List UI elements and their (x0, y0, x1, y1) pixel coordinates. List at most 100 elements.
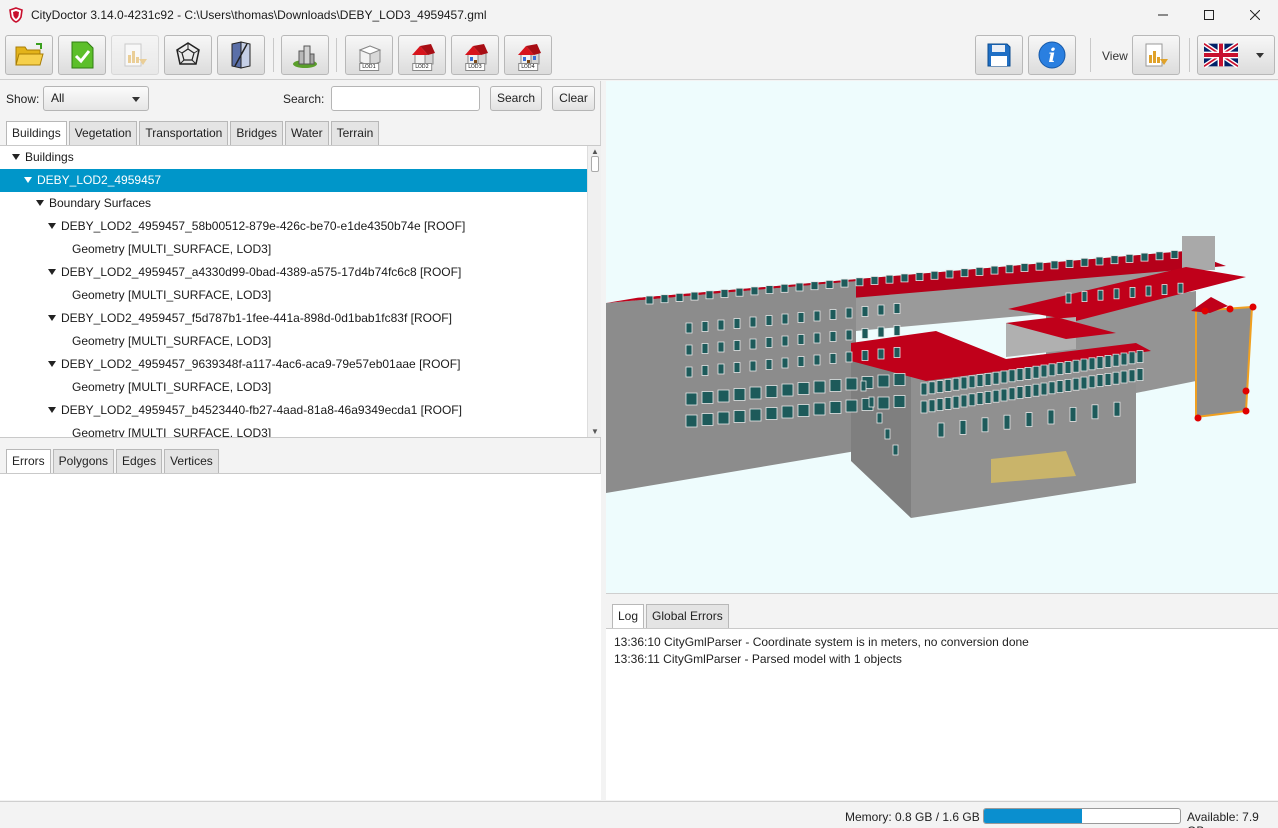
wireframe-button[interactable] (217, 35, 265, 75)
lod1-label: LOD1 (359, 63, 379, 71)
dodecahedron-icon (176, 42, 200, 65)
tree-item[interactable]: DEBY_LOD2_4959457_f5d787b1-1fee-441a-898… (0, 307, 587, 330)
tree-item-label: DEBY_LOD2_4959457_f5d787b1-1fee-441a-898… (61, 311, 452, 325)
tree-item-geometry[interactable]: Geometry [MULTI_SURFACE, LOD3] (0, 284, 587, 307)
feature-tabs: Buildings Vegetation Transportation Brid… (6, 121, 381, 145)
about-button[interactable]: i (1028, 35, 1076, 75)
lod4-button[interactable]: LOD4 (504, 35, 552, 75)
tree-item-label: Geometry [MULTI_SURFACE, LOD3] (72, 288, 272, 302)
expand-arrow-icon[interactable] (48, 407, 56, 413)
tab-bridges[interactable]: Bridges (230, 121, 284, 145)
view-report-button[interactable] (1132, 35, 1180, 75)
memory-label: Memory: 0.8 GB / 1.6 GB (845, 810, 980, 824)
show-label: Show: (6, 92, 40, 106)
selected-surface[interactable] (1195, 305, 1254, 419)
errors-table (0, 473, 601, 800)
tab-transportation[interactable]: Transportation (139, 121, 229, 145)
tree-item-label: Geometry [MULTI_SURFACE, LOD3] (72, 334, 272, 348)
open-file-button[interactable] (5, 35, 53, 75)
expand-arrow-icon[interactable] (48, 269, 56, 275)
tab-terrain[interactable]: Terrain (330, 121, 380, 145)
tree-item-geometry[interactable]: Geometry [MULTI_SURFACE, LOD3] (0, 330, 587, 353)
tree-item[interactable]: DEBY_LOD2_4959457_9639348f-a117-4ac6-aca… (0, 353, 587, 376)
view-label: View (1102, 49, 1128, 63)
chevron-down-icon (1256, 53, 1264, 58)
3d-viewport[interactable] (606, 81, 1278, 594)
log-line: 13:36:10 CityGmlParser - Coordinate syst… (614, 635, 1029, 649)
info-icon: i (1038, 41, 1066, 69)
tab-edges[interactable]: Edges (116, 449, 163, 473)
tree-item-geometry[interactable]: Geometry [MULTI_SURFACE, LOD3] (0, 422, 587, 438)
expand-arrow-icon[interactable] (24, 177, 32, 183)
city-icon (293, 45, 317, 68)
maximize-icon[interactable] (1186, 0, 1232, 30)
scrollbar-thumb[interactable] (591, 156, 599, 172)
check-button[interactable] (58, 35, 106, 75)
tree-item-label: DEBY_LOD2_4959457_b4523440-fb27-4aad-81a… (61, 403, 462, 417)
search-input[interactable] (331, 86, 480, 111)
tree-item-label: Buildings (25, 150, 74, 164)
lod3-button[interactable]: LOD3 (451, 35, 499, 75)
tree-item-label: Geometry [MULTI_SURFACE, LOD3] (72, 242, 272, 256)
minimize-icon[interactable] (1140, 0, 1186, 30)
tab-errors[interactable]: Errors (6, 449, 51, 473)
tree-item-label: Boundary Surfaces (49, 196, 152, 210)
tab-vertices[interactable]: Vertices (164, 449, 219, 473)
tree-item-label: Geometry [MULTI_SURFACE, LOD3] (72, 380, 272, 394)
tab-global-errors[interactable]: Global Errors (646, 604, 729, 628)
log-tabs: Log Global Errors (612, 604, 731, 628)
lod4-label: LOD4 (518, 63, 538, 71)
expand-arrow-icon[interactable] (48, 361, 56, 367)
search-button[interactable]: Search (490, 86, 542, 111)
search-label: Search: (283, 92, 325, 106)
tree-item[interactable]: Buildings (0, 146, 587, 169)
memory-progress-bar (983, 808, 1181, 824)
tree-item[interactable]: Boundary Surfaces (0, 192, 587, 215)
report-view-icon (1145, 43, 1168, 67)
expand-arrow-icon[interactable] (48, 223, 56, 229)
tab-buildings[interactable]: Buildings (6, 121, 67, 145)
lod2-button[interactable]: LOD2 (398, 35, 446, 75)
window-title: CityDoctor 3.14.0-4231c92 - C:\Users\tho… (31, 8, 487, 22)
tree-scrollbar[interactable]: ▲ ▼ (587, 146, 601, 437)
save-button[interactable] (975, 35, 1023, 75)
tab-vegetation[interactable]: Vegetation (68, 121, 138, 145)
tree-item-geometry[interactable]: Geometry [MULTI_SURFACE, LOD3] (0, 238, 587, 261)
language-selector[interactable] (1197, 35, 1275, 75)
lod1-button[interactable]: LOD1 (345, 35, 393, 75)
filter-row: Show: All Search: Search Clear (0, 81, 601, 117)
expand-arrow-icon[interactable] (36, 200, 44, 206)
building-render (606, 236, 1257, 518)
lod3-label: LOD3 (465, 63, 485, 71)
report-export-button[interactable] (111, 35, 159, 75)
tree-item[interactable]: DEBY_LOD2_4959457_58b00512-879e-426c-be7… (0, 215, 587, 238)
detail-tabs: Errors Polygons Edges Vertices (6, 449, 221, 473)
left-panel: Show: All Search: Search Clear Buildings… (0, 81, 601, 800)
tree-item-label: DEBY_LOD2_4959457 (37, 173, 162, 187)
available-memory-label: Available: 7.9 GB (1187, 810, 1259, 828)
tree-item-label: Geometry [MULTI_SURFACE, LOD3] (72, 426, 272, 438)
tree-item[interactable]: DEBY_LOD2_4959457_a4330d99-0bad-4389-a57… (0, 261, 587, 284)
tab-log[interactable]: Log (612, 604, 645, 628)
expand-arrow-icon[interactable] (48, 315, 56, 321)
log-output: 13:36:10 CityGmlParser - Coordinate syst… (606, 628, 1278, 800)
polyhedron-button[interactable] (164, 35, 212, 75)
expand-arrow-icon[interactable] (12, 154, 20, 160)
clear-button[interactable]: Clear (552, 86, 595, 111)
tab-polygons[interactable]: Polygons (52, 449, 115, 473)
tab-water[interactable]: Water (285, 121, 329, 145)
svg-text:i: i (1048, 45, 1055, 67)
log-line: 13:36:11 CityGmlParser - Parsed model wi… (614, 652, 902, 666)
tree-item-geometry[interactable]: Geometry [MULTI_SURFACE, LOD3] (0, 376, 587, 399)
city-model-button[interactable] (281, 35, 329, 75)
tree-item[interactable]: DEBY_LOD2_4959457 (0, 169, 587, 192)
uk-flag-icon (1204, 41, 1238, 69)
feature-tree: Geometry [MULTI_SURFACE, LOD3] DEBY_LOD2_… (0, 145, 601, 438)
save-icon (987, 43, 1011, 67)
memory-progress-fill (984, 809, 1082, 823)
tree-item-label: DEBY_LOD2_4959457_58b00512-879e-426c-be7… (61, 219, 466, 233)
tree-item[interactable]: DEBY_LOD2_4959457_b4523440-fb27-4aad-81a… (0, 399, 587, 422)
show-filter-value: All (51, 91, 65, 105)
show-filter-select[interactable]: All (43, 86, 149, 111)
close-icon[interactable] (1232, 0, 1278, 30)
